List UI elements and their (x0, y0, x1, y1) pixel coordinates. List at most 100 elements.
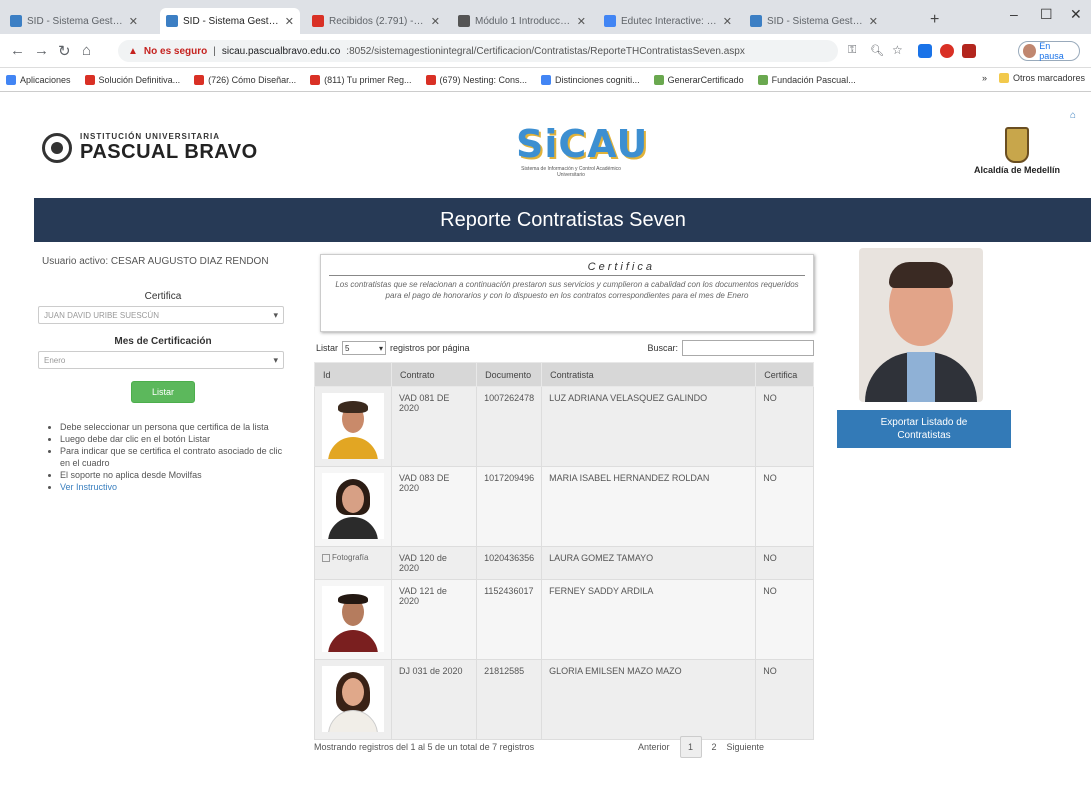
tab-title: Módulo 1 Introducción (475, 15, 572, 27)
close-icon[interactable]: ✕ (869, 15, 878, 28)
home-icon[interactable]: ⌂ (1070, 110, 1080, 121)
browser-tab[interactable]: SID - Sistema Gestión Ins ✕ (4, 8, 144, 34)
youtube-icon (310, 74, 321, 85)
bookmark-item[interactable]: (726) Cómo Diseñar... (194, 74, 296, 85)
contratista-cell: FERNEY SADDY ARDILA (541, 579, 757, 660)
logo-line-2: PASCUAL BRAVO (80, 141, 258, 163)
home-icon[interactable]: ⌂ (82, 42, 91, 59)
document-icon (541, 74, 552, 85)
extension-icon[interactable] (940, 44, 954, 58)
alcaldia-label: Alcaldía de Medellín (973, 165, 1061, 175)
mes-label: Mes de Certificación (114, 336, 212, 347)
page-size-select[interactable]: 5 ▾ (342, 341, 387, 355)
favicon-icon (750, 15, 762, 27)
table-controls: Listar 5 ▾ registros por página Buscar: (314, 338, 814, 358)
certifica-cell[interactable]: NO (755, 546, 814, 580)
close-icon[interactable]: ✕ (129, 15, 138, 28)
contrato-cell: VAD 083 DE 2020 (390, 466, 478, 547)
minimize-icon[interactable]: – (1010, 6, 1018, 22)
window-close-icon[interactable]: ✕ (1070, 6, 1082, 23)
instructivo-link[interactable]: Ver Instructivo (60, 482, 117, 492)
contratista-cell: LAURA GOMEZ TAMAYO (541, 546, 757, 580)
close-icon[interactable]: ✕ (577, 15, 586, 28)
mes-select[interactable]: Enero ▾ (38, 351, 284, 369)
url-bar[interactable]: ▲ No es seguro | sicau.pascualbravo.edu.… (118, 40, 838, 62)
contrato-cell: DJ 031 de 2020 (390, 659, 478, 740)
close-icon[interactable]: ✕ (723, 15, 732, 28)
certifica-cell[interactable]: NO (755, 659, 814, 740)
bookmark-item[interactable]: Fundación Pascual... (757, 74, 856, 85)
export-list-button[interactable]: Exportar Listado de Contratistas (837, 410, 1011, 448)
browser-tab[interactable]: SID - Sistema Gestión Ins ✕ (744, 8, 884, 34)
youtube-icon (84, 74, 95, 85)
column-header-contratista[interactable]: Contratista (541, 362, 757, 387)
column-header-documento[interactable]: Documento (476, 362, 543, 387)
new-tab-icon[interactable]: + (930, 11, 939, 29)
user-label: Usuario activo: (42, 256, 109, 267)
table-row: VAD 081 DE 2020 1007262478 LUZ ADRIANA V… (314, 386, 814, 467)
photo-cell: Fotografía (314, 546, 392, 580)
bookmark-item[interactable]: Distinciones cogniti... (541, 74, 640, 85)
maximize-icon[interactable]: ☐ (1040, 6, 1053, 23)
page-button-1[interactable]: 1 (679, 736, 702, 758)
divider (329, 275, 805, 276)
certifica-cell[interactable]: NO (755, 466, 814, 547)
profile-button[interactable]: En pausa (1018, 41, 1080, 61)
tab-title: SID - Sistema Gestión Ins (767, 15, 864, 27)
listar-button[interactable]: Listar (131, 381, 195, 403)
browser-tab[interactable]: Edutec Interactive: 1.1.2 ✕ (598, 8, 738, 34)
page-button-2[interactable]: 2 (712, 742, 717, 752)
favicon-icon (10, 15, 22, 27)
leaf-icon (653, 74, 664, 85)
user-name: CESAR AUGUSTO DIAZ RENDON (110, 256, 269, 267)
certifica-cell[interactable]: NO (755, 579, 814, 660)
more-bookmarks-button[interactable]: » (982, 73, 987, 83)
contractor-photo (322, 473, 384, 539)
favicon-icon (166, 15, 178, 27)
certifica-select[interactable]: JUAN DAVID URIBE SUESCÚN ▾ (38, 306, 284, 324)
contractor-photo (322, 586, 384, 652)
bookmark-item[interactable]: (679) Nesting: Cons... (425, 74, 527, 85)
broken-image-icon (322, 553, 330, 562)
forward-icon[interactable]: → (34, 42, 49, 59)
browser-tab-active[interactable]: SID - Sistema Gestión Ins ✕ (160, 8, 300, 34)
extension-icon[interactable] (962, 44, 976, 58)
bookmark-item[interactable]: Aplicaciones (6, 74, 71, 85)
browser-tab[interactable]: Recibidos (2.791) - david ✕ (306, 8, 446, 34)
search-input[interactable] (682, 340, 814, 356)
instruction-item: El soporte no aplica desde Movilfas (60, 469, 288, 481)
previous-page-button[interactable]: Anterior (638, 742, 670, 752)
key-icon[interactable]: ⚿ (848, 44, 856, 57)
photo-hair (889, 262, 953, 288)
star-icon[interactable]: ☆ (892, 43, 903, 57)
instructions-list: Debe seleccionar un persona que certific… (38, 421, 288, 493)
close-icon[interactable]: ✕ (431, 15, 440, 28)
column-header-contrato[interactable]: Contrato (390, 362, 478, 387)
bookmark-item[interactable]: GenerarCertificado (653, 74, 744, 85)
url-path: :8052/sistemagestionintegral/Certificaci… (346, 45, 745, 57)
column-header-id[interactable]: Id (314, 362, 392, 387)
certifica-cell[interactable]: NO (755, 386, 814, 467)
reload-icon[interactable]: ↻ (58, 42, 71, 60)
other-bookmarks[interactable]: Otros marcadores (998, 73, 1085, 83)
column-header-certifica[interactable]: Certifica (755, 362, 814, 387)
extension-icon[interactable] (918, 44, 932, 58)
back-icon[interactable]: ← (10, 42, 25, 59)
table-row: VAD 083 DE 2020 1017209496 MARIA ISABEL … (314, 466, 814, 547)
browser-tab[interactable]: Módulo 1 Introducción ✕ (452, 8, 592, 34)
chevron-down-icon: ▾ (379, 343, 384, 353)
bookmark-item[interactable]: (811) Tu primer Reg... (310, 74, 412, 85)
logo-line-1: INSTITUCIÓN UNIVERSITARIA (80, 132, 220, 141)
documento-cell: 1007262478 (476, 386, 543, 467)
shield-icon (1005, 127, 1029, 163)
close-icon[interactable]: ✕ (285, 15, 294, 28)
address-toolbar: ← → ↻ ⌂ ▲ No es seguro | sicau.pascualbr… (0, 34, 1091, 68)
next-page-button[interactable]: Siguiente (727, 742, 765, 752)
bookmark-item[interactable]: Solución Definitiva... (84, 74, 180, 85)
documento-cell: 1152436017 (476, 579, 543, 660)
page: INSTITUCIÓN UNIVERSITARIA PASCUAL BRAVO … (0, 92, 1091, 804)
profile-label: En pausa (1039, 41, 1064, 61)
contractor-photo (322, 666, 384, 732)
zoom-icon[interactable]: 🔍︎ (870, 44, 884, 57)
tab-title: Recibidos (2.791) - david (329, 15, 426, 27)
